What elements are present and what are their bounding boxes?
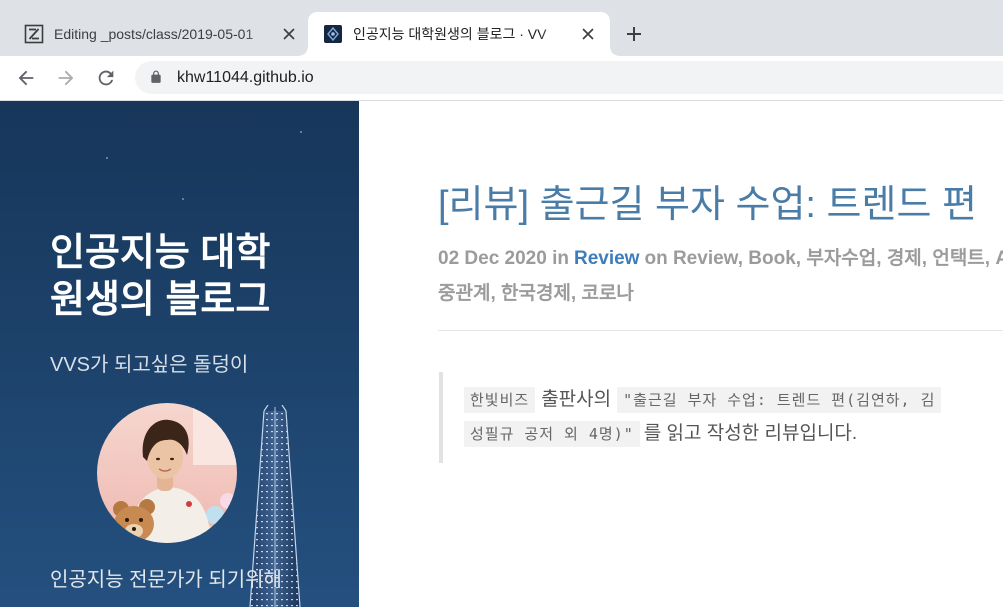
blockquote-line: 한빛비즈 출판사의 "출근길 부자 수업: 트렌드 편(김연하, 김 (464, 383, 942, 417)
site-favicon-icon (324, 25, 342, 43)
tab-title: Editing _posts/class/2019-05-01 (54, 26, 254, 42)
post-title[interactable]: [리뷰] 출근길 부자 수업: 트렌드 편 (438, 182, 977, 228)
address-bar[interactable]: khw11044.github.io (135, 61, 1003, 94)
plus-icon[interactable] (625, 25, 643, 43)
inline-code: "출근길 부자 수업: 트렌드 편(김연하, 김 (617, 387, 942, 413)
inline-code: 한빛비즈 (464, 387, 536, 413)
sidebar: 인공지능 대학 원생의 블로그 VVS가 되고싶은 돌덩이 인공지능 전문가가 … (0, 101, 359, 607)
close-icon[interactable] (580, 26, 596, 42)
inline-code: 성필규 공저 외 4명)" (464, 421, 640, 447)
post-tags[interactable]: on Review, Book, 부자수업, 경제, 언택트, A (644, 248, 1003, 269)
post-date: 02 Dec 2020 in (438, 248, 569, 269)
arrow-back-icon[interactable] (15, 67, 37, 89)
post-divider (438, 330, 1003, 331)
forestry-icon (24, 24, 44, 44)
post-content: [리뷰] 출근길 부자 수업: 트렌드 편 02 Dec 2020 in Revi… (359, 101, 1003, 607)
star (106, 157, 108, 159)
site-bio: 인공지능 전문가가 되기위해 (50, 569, 282, 591)
avatar-photo (97, 403, 237, 543)
star (300, 131, 302, 133)
post-tags-continued[interactable]: 중관계, 한국경제, 코로나 (438, 276, 634, 311)
post-category-link[interactable]: Review (574, 248, 639, 269)
reload-icon[interactable] (95, 67, 117, 89)
post-meta: 02 Dec 2020 in Review on Review, Book, 부자수… (438, 241, 1003, 276)
toolbar: khw11044.github.io (0, 56, 1003, 100)
site-title-line[interactable]: 원생의 블로그 (50, 277, 270, 324)
blockquote-line: 성필규 공저 외 4명)" 를 읽고 작성한 리뷰입니다. (464, 417, 857, 451)
tab-title: 인공지능 대학원생의 블로그 · VV (353, 26, 547, 42)
close-icon[interactable] (281, 26, 297, 42)
site-title-line[interactable]: 인공지능 대학 (50, 230, 270, 277)
blockquote-border (439, 372, 443, 463)
avatar (97, 403, 237, 543)
tab-editor[interactable]: Editing _posts/class/2019-05-01 (10, 12, 306, 56)
star (182, 198, 184, 200)
tab-blog[interactable]: 인공지능 대학원생의 블로그 · VV (299, 12, 619, 56)
blockquote-text: 출판사의 (541, 389, 612, 410)
tab-strip: Editing _posts/class/2019-05-01 인공지능 대학원… (0, 0, 1003, 56)
site-title[interactable]: 인공지능 대학 원생의 블로그 (50, 230, 270, 324)
lock-icon[interactable] (149, 70, 163, 84)
url-text[interactable]: khw11044.github.io (177, 61, 314, 94)
arrow-forward-icon[interactable] (55, 67, 77, 89)
blockquote-text: 를 읽고 작성한 리뷰입니다. (643, 423, 858, 444)
site-tagline: VVS가 되고싶은 돌덩이 (50, 354, 249, 376)
